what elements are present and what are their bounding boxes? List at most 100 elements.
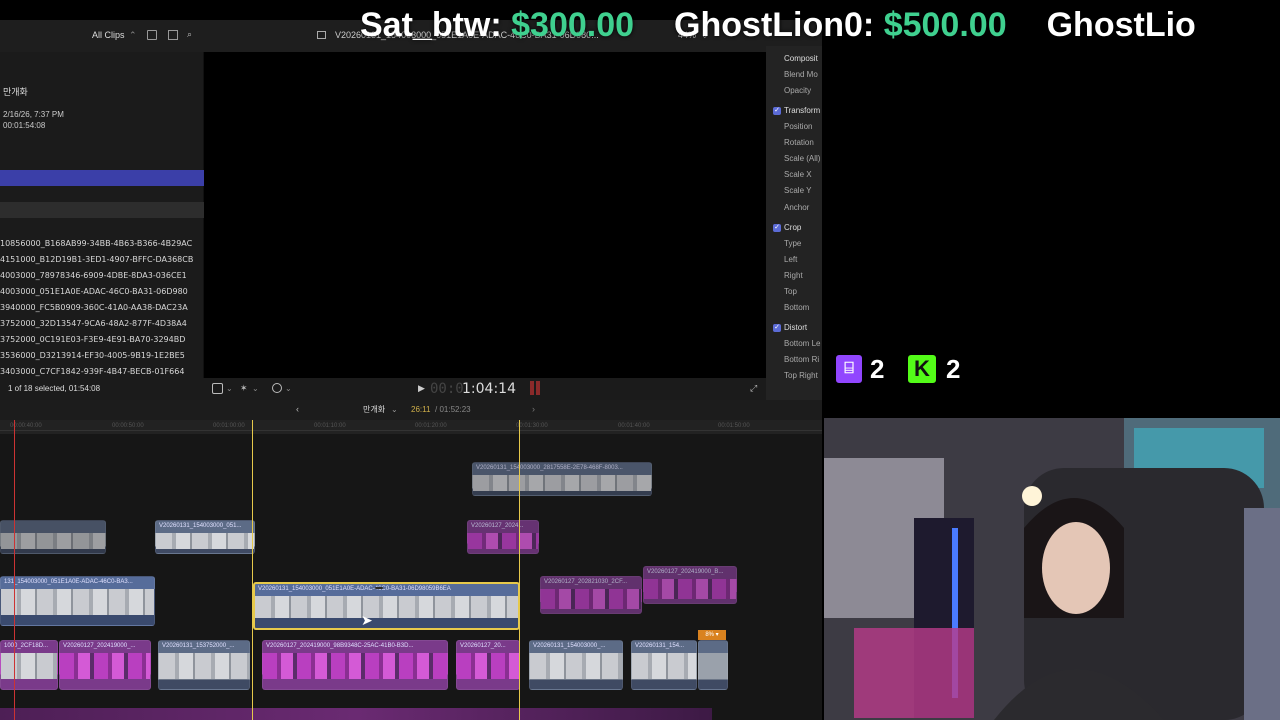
- inspector-item[interactable]: Position: [784, 121, 812, 133]
- back-arrow-icon[interactable]: ‹: [296, 404, 299, 415]
- clip-label: 1000_2CF18D...: [4, 643, 49, 649]
- timeline-clip[interactable]: V20260131_154003000_051...: [155, 520, 255, 554]
- inspector-item[interactable]: Anchor: [784, 202, 809, 214]
- timeline-clip[interactable]: V20260131_154...: [631, 640, 697, 690]
- donation-amount: $500.00: [883, 6, 1007, 44]
- clip-label: V20260127_202419000_98B9348C-25AC-41B0-B…: [266, 643, 414, 649]
- list-item[interactable]: 3752000_0C191E03-F3E9-4E91-BA70-3294BD: [0, 332, 204, 348]
- timeline-clip[interactable]: V20260127_202419000_...: [59, 640, 151, 690]
- inspector-item[interactable]: Composit: [784, 53, 818, 65]
- donation-entry: GhostLio: [1047, 6, 1196, 44]
- clip-thumbnails: [457, 653, 519, 679]
- filmstrip-view-icon[interactable]: [168, 30, 178, 40]
- timeline-clip[interactable]: V20260131_154003000_2817558E-2E78-468F-8…: [472, 462, 652, 496]
- timeline-clip[interactable]: 1000_2CF18D...: [0, 640, 58, 690]
- webcam-image: [824, 418, 1280, 720]
- timeline-clip[interactable]: [698, 640, 728, 690]
- selected-timeline-clip[interactable]: V20260131_154003000_051E1A0E-ADAC-46C0-B…: [253, 582, 520, 630]
- list-item[interactable]: 4151000_B12D19B1-3ED1-4907-BFFC-DA368CB: [0, 252, 204, 268]
- checkbox-checked-icon[interactable]: ✓: [773, 224, 781, 232]
- checkbox-checked-icon[interactable]: ✓: [773, 324, 781, 332]
- chevron-down-icon: ⌄: [252, 384, 259, 393]
- screen: { "browser": { "filter_label": "All Clip…: [0, 0, 1280, 720]
- donor-name: Sat_btw:: [360, 6, 502, 44]
- inspector-item[interactable]: Opacity: [784, 85, 811, 97]
- clip-label: V20260127_20...: [460, 643, 506, 649]
- chevron-down-icon: ⌄: [226, 384, 233, 393]
- ruler-tick-label: 00:01:10:00: [314, 423, 346, 429]
- play-icon[interactable]: ▶: [418, 383, 425, 394]
- webcam-feed: [824, 418, 1280, 720]
- speed-gauge-icon[interactable]: [272, 383, 282, 393]
- inspector-item[interactable]: Blend Mo: [784, 69, 818, 81]
- clip-thumbnails: [156, 533, 254, 549]
- browser-footer: 1 of 18 selected, 01:54:08: [0, 378, 204, 400]
- timeline-clip[interactable]: V20260127_202419000_B...: [643, 566, 737, 604]
- inspector-item[interactable]: Top: [784, 286, 797, 298]
- timeline-clip[interactable]: [0, 520, 106, 554]
- timeline[interactable]: V20260131_154003000_2817558E-2E78-468F-8…: [0, 420, 822, 720]
- chevron-down-icon: ⌄: [285, 384, 292, 393]
- event-name: 만개화: [3, 87, 28, 97]
- playhead-line[interactable]: [519, 420, 520, 720]
- timeline-clip[interactable]: V20260131_153752000_...: [158, 640, 250, 690]
- clip-thumbnails: [632, 653, 696, 679]
- selection-status: 1 of 18 selected, 01:54:08: [8, 384, 101, 393]
- clip-thumbnails: [473, 475, 651, 491]
- inspector-item[interactable]: Bottom: [784, 302, 809, 314]
- timeline-clip[interactable]: V20260127_20...: [456, 640, 520, 690]
- search-icon[interactable]: ⌕: [187, 29, 192, 40]
- audio-track[interactable]: [0, 708, 712, 720]
- list-item[interactable]: 10856000_B168AB99-34BB-4B63-B366-4B29AC: [0, 236, 204, 252]
- clip-label: V20260131_154003000_2817558E-2E78-468F-8…: [476, 465, 623, 471]
- list-item[interactable]: 3752000_32D13547-9CA6-48A2-877F-4D38A4: [0, 316, 204, 332]
- clip-thumbnails: [644, 579, 736, 599]
- timeline-duration: / 01:52:23: [435, 405, 471, 414]
- forward-arrow-icon[interactable]: ›: [532, 404, 535, 415]
- inspector-item[interactable]: Crop: [784, 222, 801, 234]
- inspector-item[interactable]: Bottom Le: [784, 338, 820, 350]
- timeline-clip[interactable]: V20260127_202419000_98B9348C-25AC-41B0-B…: [262, 640, 448, 690]
- timeline-clip[interactable]: 131_154003000_051E1A0E-ADAC-46C0-BA3...: [0, 576, 155, 626]
- ruler-tick-label: 00:01:00:00: [213, 423, 245, 429]
- transform-tool-icon[interactable]: [212, 383, 223, 394]
- inspector-item[interactable]: Scale (All): [784, 153, 820, 165]
- timeline-ruler[interactable]: 00:00:40:00 00:00:50:00 00:01:00:00 00:0…: [0, 420, 822, 434]
- viewer-canvas[interactable]: [204, 52, 766, 372]
- ruler-tick-label: 00:01:40:00: [618, 423, 650, 429]
- donor-name: GhostLion0:: [674, 6, 875, 44]
- inspector-panel: Composit Blend Mo Opacity ✓ Transform Po…: [766, 46, 822, 400]
- inspector-item[interactable]: Transform: [784, 105, 820, 117]
- timeline-clip[interactable]: V20260127_2024...: [467, 520, 539, 554]
- ruler-tick-label: 00:01:50:00: [718, 423, 750, 429]
- clip-thumbnails: [468, 533, 538, 549]
- kick-viewer-count: 2: [946, 354, 961, 384]
- inspector-item[interactable]: Scale X: [784, 169, 812, 181]
- ruler-tick-label: 00:00:50:00: [112, 423, 144, 429]
- enhance-wand-icon[interactable]: ✶: [240, 383, 248, 394]
- timeline-clip[interactable]: V20260131_154003000_...: [529, 640, 623, 690]
- browser-panel: 만개화 2/16/26, 7:37 PM 00:01:54:08 1085600…: [0, 52, 204, 398]
- list-view-icon[interactable]: [147, 30, 157, 40]
- inspector-item[interactable]: Bottom Ri: [784, 354, 819, 366]
- selected-clip-row[interactable]: [0, 170, 204, 186]
- checkbox-checked-icon[interactable]: ✓: [773, 107, 781, 115]
- inspector-item[interactable]: Distort: [784, 322, 807, 334]
- clip-label: V20260131_154003000_051E1A0E-ADAC-46C0-B…: [258, 586, 451, 592]
- inspector-item[interactable]: Type: [784, 238, 801, 250]
- list-item[interactable]: 3536000_D3213914-EF30-4005-9B19-1E2BE5: [0, 348, 204, 364]
- inspector-item[interactable]: Rotation: [784, 137, 814, 149]
- list-item[interactable]: 4003000_78978346-6909-4DBE-8DA3-036CE1: [0, 268, 204, 284]
- list-item[interactable]: 3940000_FC5B0909-360C-41A0-AA38-DAC23A: [0, 300, 204, 316]
- inspector-item[interactable]: Right: [784, 270, 803, 282]
- clips-filter-dropdown[interactable]: All Clips: [92, 30, 125, 41]
- audio-meter-left: [530, 381, 534, 395]
- timeline-clip[interactable]: V20260127_202821030_2CF...: [540, 576, 642, 614]
- inspector-item[interactable]: Left: [784, 254, 797, 266]
- project-name[interactable]: 만개화: [363, 405, 385, 415]
- speed-badge[interactable]: 8% ▾: [698, 630, 726, 640]
- inspector-item[interactable]: Top Right: [784, 370, 818, 382]
- fullscreen-icon[interactable]: ⤢: [750, 383, 757, 394]
- list-item[interactable]: 4003000_051E1A0E-ADAC-46C0-BA31-06D980: [0, 284, 204, 300]
- inspector-item[interactable]: Scale Y: [784, 185, 811, 197]
